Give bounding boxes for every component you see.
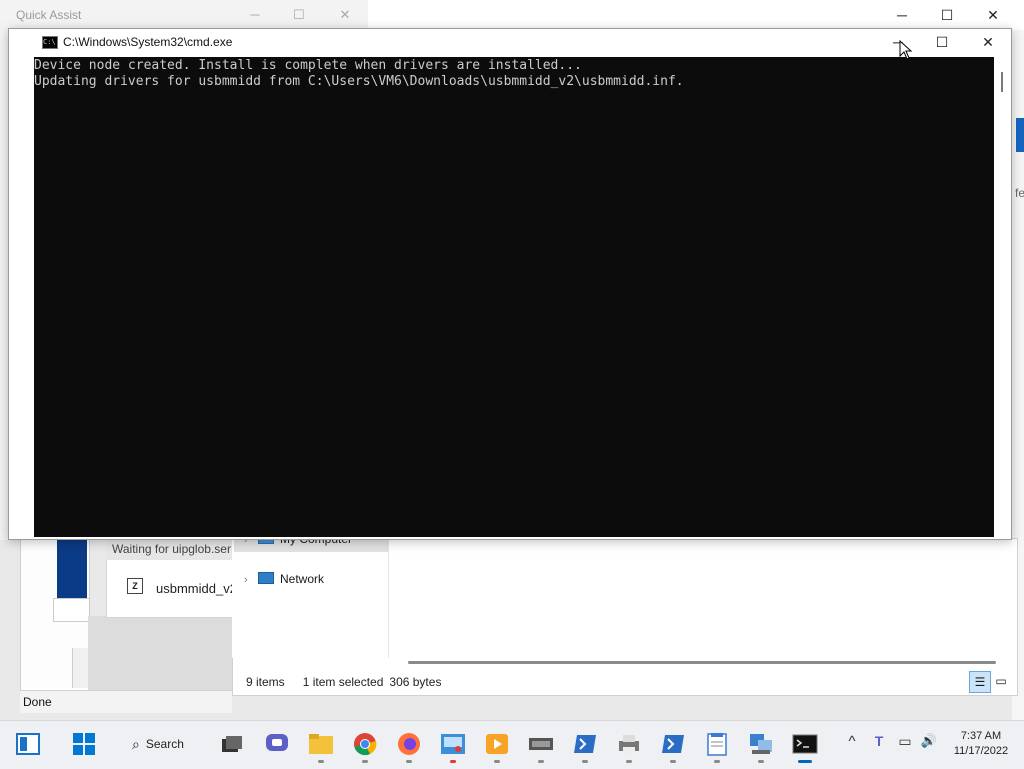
selection-count: 1 item selected: [302, 675, 384, 689]
extract-dialog-header: Waiting for uipglob.ser: [106, 538, 232, 560]
taskbar-app-firefox[interactable]: [391, 726, 427, 763]
taskbar-app-device-manager[interactable]: [523, 726, 559, 763]
background-accent-block: [1016, 118, 1024, 152]
running-indicator: [582, 760, 588, 763]
extract-waiting-text: Waiting for uipglob.ser: [112, 542, 231, 556]
running-indicator: [450, 760, 456, 763]
nav-item-network[interactable]: › Network: [244, 572, 324, 592]
taskbar-app-teams-chat[interactable]: [259, 726, 295, 762]
console-output[interactable]: [34, 57, 994, 537]
running-indicator: [494, 760, 500, 763]
horizontal-scrollbar[interactable]: [408, 661, 996, 664]
item-count: 9 items: [246, 675, 285, 689]
start-button[interactable]: [66, 726, 102, 762]
taskbar-app-remote-app[interactable]: [435, 726, 471, 763]
clock-time: 7:37 AM: [960, 730, 1002, 742]
console-line: Updating drivers for usbmmidd from C:\Us…: [34, 74, 684, 89]
outer-window-titlebar: [368, 0, 1024, 30]
cmd-minimize-button[interactable]: ─: [875, 31, 921, 53]
task-view-icon: [222, 736, 242, 752]
taskbar-app-powershell[interactable]: [567, 726, 603, 763]
taskbar-app-notepad[interactable]: [699, 726, 735, 763]
explorer-status-bar: 9 items 1 item selected 306 bytes: [246, 675, 459, 689]
network-share-icon: [750, 734, 772, 754]
cmd-window-title: C:\Windows\System32\cmd.exe: [63, 35, 233, 49]
clock-date: 11/17/2022: [953, 745, 1009, 757]
console-icon: C:\: [42, 36, 58, 49]
zip-file-icon: Z: [127, 578, 143, 594]
running-indicator: [670, 760, 676, 763]
details-view-icon[interactable]: ☰: [969, 671, 991, 693]
outer-minimize-button[interactable]: ─: [882, 4, 922, 26]
chrome-icon: [354, 733, 377, 756]
search-label: Search: [145, 737, 184, 751]
outer-close-button[interactable]: ✕: [973, 4, 1013, 26]
taskbar-app-powershell-2[interactable]: [655, 726, 691, 763]
nav-item-label: Network: [280, 572, 325, 586]
teams-tray-icon[interactable]: T: [869, 733, 889, 755]
running-indicator: [758, 760, 764, 763]
network-icon: [258, 572, 274, 584]
chat-icon: [266, 734, 288, 751]
powershell-icon: [662, 735, 684, 753]
status-text: Done: [23, 695, 52, 709]
zip-file-name[interactable]: usbmmidd_v2: [156, 581, 237, 596]
large-icons-view-icon[interactable]: ▭: [991, 671, 1011, 691]
taskbar-app-network-share[interactable]: [743, 726, 779, 763]
outer-maximize-button[interactable]: ☐: [927, 4, 967, 26]
notepad-icon: [707, 733, 727, 756]
active-indicator: [798, 760, 812, 763]
background-gray-panel: [88, 616, 232, 696]
show-hidden-icons-chevron-icon[interactable]: ^: [843, 733, 861, 755]
powershell-icon: [574, 735, 596, 753]
explorer-nav-pane: [232, 538, 389, 658]
selection-size: 306 bytes: [389, 675, 442, 689]
chevron-right-icon[interactable]: ›: [244, 574, 258, 586]
taskbar-app-chrome[interactable]: [347, 726, 383, 763]
quick-assist-maximize-button[interactable]: ☐: [287, 6, 311, 24]
widgets-button[interactable]: [10, 726, 46, 762]
running-indicator: [318, 760, 324, 763]
quick-assist-minimize-button[interactable]: ─: [243, 6, 267, 24]
folder-icon: [309, 734, 333, 754]
scrollbar-thumb[interactable]: [1001, 72, 1003, 92]
widgets-icon: [16, 733, 40, 755]
background-window-text: fe: [1015, 186, 1024, 200]
running-indicator: [362, 760, 368, 763]
taskbar-app-task-view[interactable]: [214, 726, 250, 762]
taskbar-clock[interactable]: 7:37 AM 11/17/2022: [946, 729, 1016, 759]
running-indicator: [406, 760, 412, 763]
command-prompt-icon: [792, 734, 818, 754]
media-player-icon: [486, 734, 508, 754]
device-manager-icon: [529, 738, 553, 750]
window-status-bar: Done: [20, 690, 232, 713]
background-blue-panel: [57, 540, 87, 598]
running-indicator: [714, 760, 720, 763]
taskbar-app-printer[interactable]: [611, 726, 647, 763]
cmd-maximize-button[interactable]: ☐: [919, 31, 965, 53]
taskbar-app-file-explorer[interactable]: [303, 726, 339, 763]
mouse-pointer-icon: [899, 40, 913, 60]
volume-icon[interactable]: 🔊: [918, 733, 940, 755]
running-indicator: [538, 760, 544, 763]
vertical-scrollbar[interactable]: [994, 57, 1010, 537]
taskbar-app-media-player[interactable]: [479, 726, 515, 763]
background-divider: [72, 648, 89, 688]
remote-app-icon: [441, 734, 465, 754]
quick-assist-title: Quick Assist: [16, 8, 82, 22]
running-indicator: [626, 760, 632, 763]
quick-assist-close-button[interactable]: ✕: [333, 6, 357, 24]
firefox-icon: [398, 733, 420, 755]
console-line: Device node created. Install is complete…: [34, 58, 582, 73]
windows-logo-icon: [73, 733, 95, 755]
search-icon: ⌕: [132, 735, 140, 752]
background-box: [53, 598, 90, 622]
printer-icon: [619, 735, 639, 754]
cmd-close-button[interactable]: ✕: [965, 31, 1011, 53]
network-tray-icon[interactable]: ▭: [895, 733, 915, 755]
taskbar-app-command-prompt[interactable]: [787, 726, 823, 763]
taskbar-search[interactable]: ⌕ Search: [118, 731, 204, 757]
